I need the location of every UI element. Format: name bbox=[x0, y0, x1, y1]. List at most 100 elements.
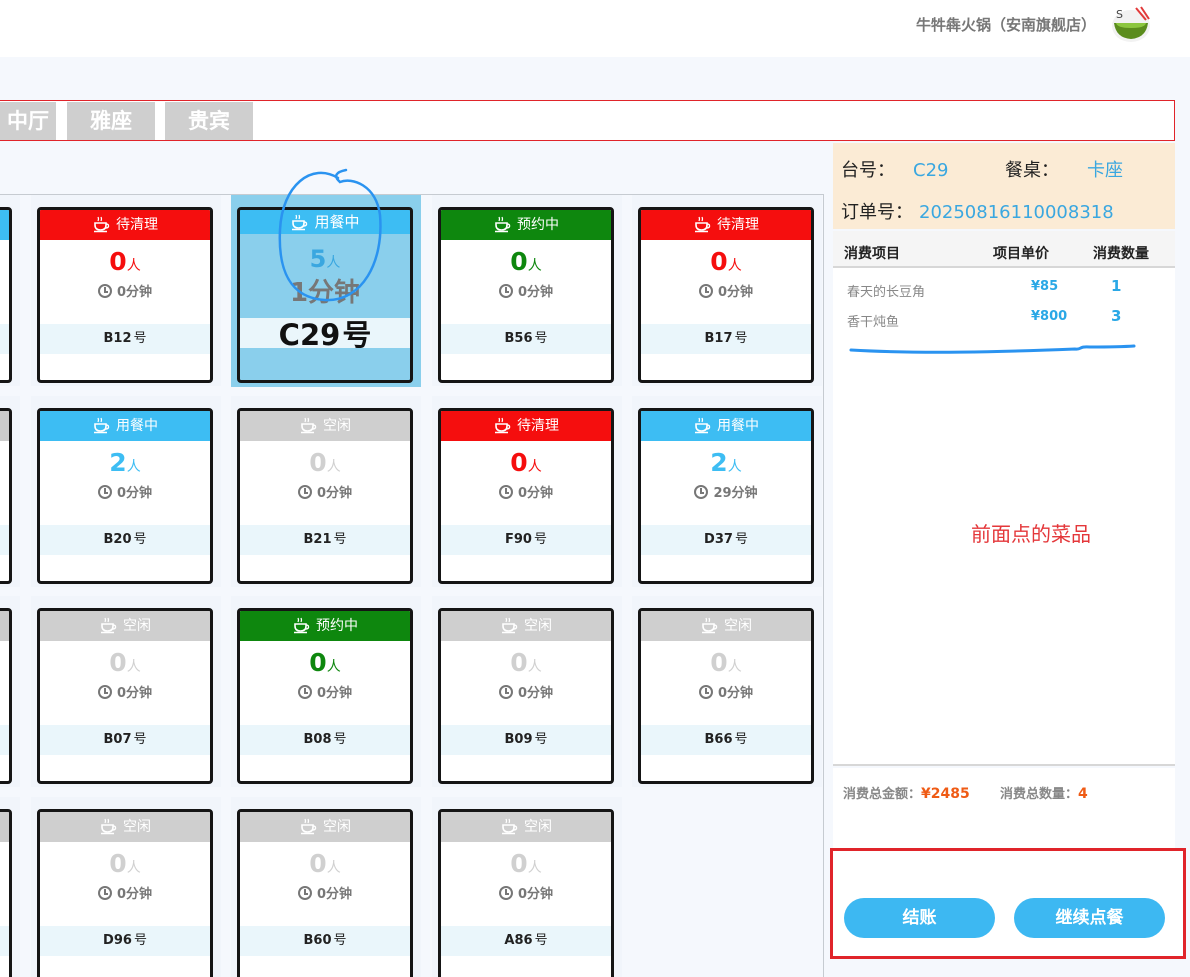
table-cell: 用餐中2人29分钟D37号 bbox=[632, 396, 822, 587]
table-card[interactable]: 空闲0人0分钟B66号 bbox=[638, 608, 814, 784]
people-unit: 人 bbox=[327, 860, 341, 876]
card-status-bar: 空闲 bbox=[240, 411, 410, 441]
teacup-icon bbox=[92, 215, 110, 233]
col-item: 消费项目 bbox=[844, 243, 900, 263]
table-card[interactable]: 空闲0人0分钟A86号 bbox=[438, 809, 614, 977]
card-status-label: 空闲 bbox=[323, 418, 351, 434]
table-card[interactable]: 空闲0人0分钟B60号 bbox=[237, 809, 413, 977]
card-table-name: B07号 bbox=[40, 725, 210, 755]
card-status-bar: 空闲 bbox=[641, 611, 811, 641]
card-elapsed-time: 0分钟 bbox=[40, 483, 210, 505]
table-no-value: C29 bbox=[913, 160, 948, 181]
hotpot-bowl-icon: S bbox=[1108, 4, 1154, 44]
people-count-value: 0 bbox=[510, 648, 527, 677]
elapsed-time-value: 0分钟 bbox=[317, 887, 352, 902]
teacup-icon bbox=[299, 817, 317, 835]
card-table-name: B60号 bbox=[240, 926, 410, 956]
store-name: 牛牪犇火锅（安南旗舰店） bbox=[916, 14, 1096, 35]
teacup-icon bbox=[693, 215, 711, 233]
people-unit: 人 bbox=[127, 258, 141, 274]
people-count-value: 0 bbox=[309, 448, 326, 477]
table-cell: 用餐中5人1分钟C29号 bbox=[231, 195, 421, 387]
tab-hall[interactable]: 中厅 bbox=[0, 102, 56, 140]
people-count-value: 0 bbox=[109, 849, 126, 878]
svg-text:S: S bbox=[1116, 8, 1123, 21]
table-name-value: B66 bbox=[704, 732, 732, 747]
card-status-bar bbox=[0, 611, 9, 641]
people-count-value: 0 bbox=[710, 247, 727, 276]
teacup-icon bbox=[493, 215, 511, 233]
table-card[interactable]: 空闲0人0分钟B07号 bbox=[37, 608, 213, 784]
top-bar: 牛牪犇火锅（安南旗舰店） S bbox=[0, 0, 1190, 57]
checkout-button[interactable]: 结账 bbox=[844, 898, 995, 938]
table-card-partial[interactable] bbox=[0, 809, 12, 977]
table-name-suffix: 号 bbox=[134, 933, 147, 948]
card-status-label: 用餐中 bbox=[314, 213, 359, 231]
people-unit: 人 bbox=[127, 459, 141, 475]
people-unit: 人 bbox=[327, 459, 341, 475]
card-elapsed-time: 29分钟 bbox=[641, 483, 811, 505]
table-card[interactable]: 空闲0人0分钟D96号 bbox=[37, 809, 213, 977]
card-table-name: D37号 bbox=[641, 525, 811, 555]
card-status-bar: 待清理 bbox=[40, 210, 210, 240]
card-people-count: 2人 bbox=[641, 441, 811, 483]
clock-icon bbox=[298, 485, 312, 499]
table-name-suffix: 号 bbox=[534, 331, 547, 346]
order-items-header: 消费项目 项目单价 消费数量 bbox=[833, 231, 1175, 268]
card-people-count: 0人 bbox=[240, 842, 410, 884]
card-table-name: B66号 bbox=[641, 725, 811, 755]
item-price: ¥800 bbox=[1031, 309, 1067, 324]
teacup-icon bbox=[700, 616, 718, 634]
elapsed-time-value: 0分钟 bbox=[117, 285, 152, 300]
table-card[interactable]: 预约中0人0分钟B08号 bbox=[237, 608, 413, 784]
teacup-icon bbox=[500, 616, 518, 634]
card-elapsed-time: 0分钟 bbox=[641, 282, 811, 304]
table-card[interactable]: 待清理0人0分钟B17号 bbox=[638, 207, 814, 383]
table-name-suffix: 号 bbox=[534, 532, 547, 547]
card-table-name: D96号 bbox=[40, 926, 210, 956]
table-name-suffix: 号 bbox=[734, 732, 747, 747]
action-buttons-box: 结账 继续点餐 bbox=[830, 848, 1186, 959]
tab-elegant[interactable]: 雅座 bbox=[67, 102, 155, 140]
table-card-partial[interactable] bbox=[0, 608, 12, 784]
people-unit: 人 bbox=[728, 258, 742, 274]
elapsed-time-value: 0分钟 bbox=[518, 887, 553, 902]
table-card[interactable]: 待清理0人0分钟B12号 bbox=[37, 207, 213, 383]
card-table-name: C29号 bbox=[240, 318, 410, 348]
table-cell-partial bbox=[0, 195, 20, 386]
table-card[interactable]: 空闲 0人 0分钟 B21号 bbox=[237, 408, 413, 584]
tab-vip[interactable]: 贵宾 bbox=[165, 102, 253, 140]
card-people-count: 2人 bbox=[40, 441, 210, 483]
table-cell: 预约中0人0分钟B56号 bbox=[432, 195, 622, 386]
card-people-count: 0人 bbox=[240, 641, 410, 683]
table-name-value: F90 bbox=[505, 532, 532, 547]
table-card[interactable]: 用餐中2人29分钟D37号 bbox=[638, 408, 814, 584]
card-status-bar bbox=[0, 210, 9, 240]
elapsed-time-value: 0分钟 bbox=[718, 285, 753, 300]
table-card[interactable]: 待清理0人0分钟F90号 bbox=[438, 408, 614, 584]
table-name-value: B21 bbox=[303, 532, 331, 547]
table-name-suffix: 号 bbox=[333, 933, 346, 948]
table-card-partial[interactable] bbox=[0, 207, 12, 383]
table-name-value: A86 bbox=[504, 933, 532, 948]
total-qty: 消费总数量：4 bbox=[1000, 783, 1088, 802]
table-card-partial[interactable] bbox=[0, 408, 12, 584]
card-status-label: 空闲 bbox=[524, 819, 552, 835]
card-elapsed-time: 0分钟 bbox=[240, 483, 410, 505]
clock-icon bbox=[98, 485, 112, 499]
table-cell: 预约中0人0分钟B08号 bbox=[231, 596, 421, 787]
table-card[interactable]: 用餐中5人1分钟C29号 bbox=[237, 207, 413, 383]
table-card[interactable]: 空闲0人0分钟B09号 bbox=[438, 608, 614, 784]
table-card[interactable]: 预约中0人0分钟B56号 bbox=[438, 207, 614, 383]
order-items: 消费项目 项目单价 消费数量 春天的长豆角 ¥85 1 香干炖鱼 ¥800 3 … bbox=[833, 231, 1175, 766]
card-elapsed-time: 0分钟 bbox=[441, 282, 611, 304]
table-name-suffix: 号 bbox=[734, 331, 747, 346]
hall-tab-bar: 中厅 雅座 贵宾 bbox=[0, 100, 1175, 141]
card-status-bar bbox=[0, 411, 9, 441]
table-card[interactable]: 用餐中2人0分钟B20号 bbox=[37, 408, 213, 584]
table-cell: 用餐中2人0分钟B20号 bbox=[31, 396, 221, 587]
table-name-suffix: 号 bbox=[133, 532, 146, 547]
people-count-value: 0 bbox=[309, 648, 326, 677]
table-name-suffix: 号 bbox=[333, 532, 346, 547]
continue-order-button[interactable]: 继续点餐 bbox=[1014, 898, 1165, 938]
